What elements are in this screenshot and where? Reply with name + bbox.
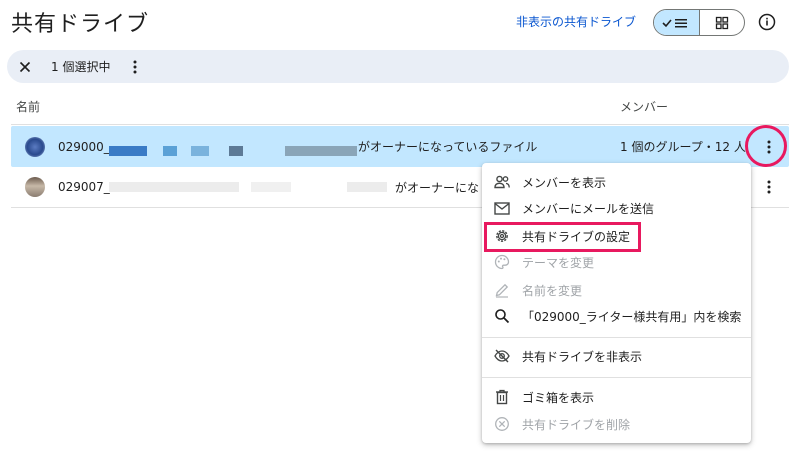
clear-selection-button[interactable] — [16, 61, 34, 73]
menu-divider — [482, 337, 751, 338]
menu-item-label: 名前を変更 — [522, 283, 583, 298]
redaction-block — [163, 146, 177, 156]
close-icon — [19, 61, 31, 72]
menu-item-label: テーマを変更 — [522, 255, 595, 270]
info-button[interactable] — [757, 12, 777, 32]
remove-circle-icon — [494, 416, 510, 432]
mail-icon — [494, 200, 510, 216]
grid-icon — [715, 16, 728, 29]
table-row[interactable]: 029000_ がオーナーになっているファイル 1 個のグループ・12 人 — [11, 126, 789, 167]
row-more-button[interactable] — [757, 175, 781, 199]
selection-count: 1 個選択中 — [51, 60, 111, 74]
redaction-block — [109, 182, 239, 192]
redaction-block — [251, 182, 291, 192]
hidden-drives-link[interactable]: 非表示の共有ドライブ — [516, 13, 636, 30]
menu-item-delete-drive: 共有ドライブを削除 — [482, 411, 751, 437]
redaction-block — [229, 146, 243, 156]
context-menu: メンバーを表示 メンバーにメールを送信 共有ドライブの設定 テーマを変更 名前を… — [482, 163, 751, 443]
menu-item-search-in-drive[interactable]: 「029000_ライター様共有用」内を検索 — [482, 303, 751, 329]
row-name: 029007_ — [58, 180, 110, 194]
menu-item-view-trash[interactable]: ゴミ箱を表示 — [482, 384, 751, 410]
redaction-block — [285, 146, 357, 156]
search-icon — [494, 308, 510, 324]
selection-more-button[interactable] — [133, 60, 137, 74]
column-header-name[interactable]: 名前 — [16, 98, 40, 115]
people-icon — [494, 174, 510, 190]
menu-item-label: メンバーにメールを送信 — [522, 201, 655, 216]
menu-item-label: 「029000_ライター様共有用」内を検索 — [522, 309, 742, 324]
drive-avatar — [25, 177, 45, 197]
menu-item-rename: 名前を変更 — [482, 277, 751, 303]
more-vert-icon — [133, 60, 137, 73]
redaction-block — [191, 146, 209, 156]
grid-view-button[interactable] — [700, 10, 745, 35]
trash-icon — [494, 389, 510, 405]
menu-item-change-theme: テーマを変更 — [482, 249, 751, 275]
menu-item-email-members[interactable]: メンバーにメールを送信 — [482, 195, 751, 221]
view-toggle — [653, 9, 745, 36]
annotation-box — [484, 222, 641, 252]
row-members: 1 個のグループ・12 人 — [620, 140, 746, 154]
row-name: 029000_ — [58, 139, 110, 154]
info-icon — [758, 13, 776, 31]
pencil-icon — [494, 282, 510, 298]
menu-item-hide-drive[interactable]: 共有ドライブを非表示 — [482, 343, 751, 369]
more-vert-icon — [767, 180, 771, 194]
redaction-block — [109, 146, 147, 156]
page-title: 共有ドライブ — [11, 12, 150, 37]
annotation-circle — [745, 125, 787, 167]
menu-item-label: メンバーを表示 — [522, 175, 607, 190]
menu-divider — [482, 377, 751, 378]
redaction-block — [347, 182, 387, 192]
header-divider — [11, 124, 789, 125]
menu-item-view-members[interactable]: メンバーを表示 — [482, 169, 751, 195]
row-name-suffix: がオーナーになっているファイル — [358, 140, 538, 154]
list-view-button[interactable] — [654, 10, 700, 35]
menu-item-label: 共有ドライブを削除 — [522, 417, 631, 432]
menu-item-label: 共有ドライブを非表示 — [522, 349, 643, 364]
row-name-suffix: がオーナーにな — [395, 180, 480, 195]
palette-icon — [494, 254, 510, 270]
check-list-icon — [662, 18, 688, 27]
selection-bar: 1 個選択中 — [7, 50, 789, 83]
drive-avatar — [25, 136, 45, 157]
column-header-members: メンバー — [620, 100, 669, 114]
eye-off-icon — [494, 348, 510, 364]
menu-item-label: ゴミ箱を表示 — [522, 390, 595, 405]
